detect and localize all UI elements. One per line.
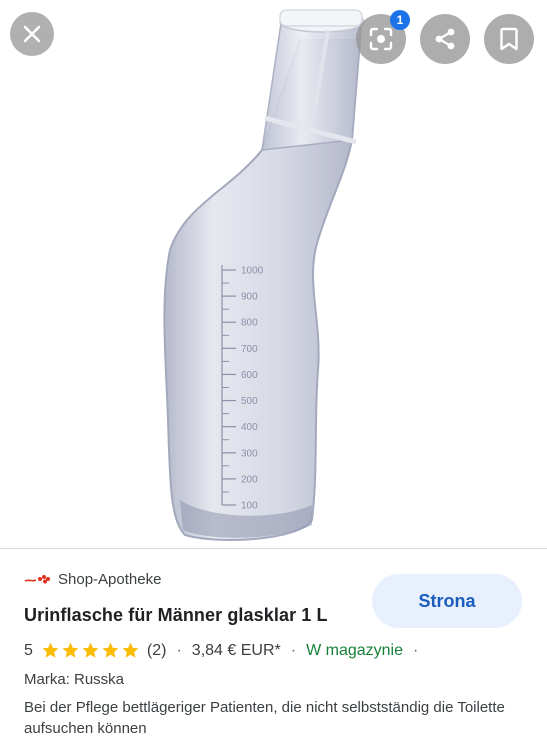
- availability: W magazynie: [306, 641, 403, 659]
- lens-button[interactable]: 1: [356, 10, 410, 64]
- lens-icon: [369, 27, 393, 51]
- meta-row: 5 (2) · 3,84 € EUR* · W magazynie ·: [24, 641, 428, 660]
- lens-badge: 1: [390, 10, 410, 30]
- product-title[interactable]: Urinflasche für Männer glasklar 1 L: [24, 605, 328, 626]
- result-info: Shop-Apotheke Urinflasche für Männer gla…: [0, 549, 547, 750]
- star-icon: [122, 642, 139, 658]
- scale-label: 300: [241, 448, 258, 459]
- scale-label: 800: [241, 318, 258, 329]
- scale-label: 100: [241, 501, 258, 512]
- separator: ·: [176, 641, 182, 659]
- source-name: Shop-Apotheke: [58, 571, 162, 588]
- save-button[interactable]: [484, 14, 534, 64]
- scale-label: 700: [241, 344, 258, 355]
- scale-label: 500: [241, 396, 258, 407]
- separator: ·: [412, 641, 419, 659]
- rating-value: 5: [24, 641, 33, 659]
- star-icon: [102, 642, 119, 658]
- price: 3,84 € EUR*: [191, 641, 281, 659]
- visit-button[interactable]: Strona: [372, 574, 522, 628]
- brand-label: Marka: Russka: [24, 671, 125, 688]
- scale-label: 400: [241, 422, 258, 433]
- close-icon: [23, 25, 41, 43]
- scale-label: 600: [241, 370, 258, 381]
- share-icon: [435, 28, 455, 50]
- scale-label: 900: [241, 292, 258, 303]
- scale-label: 1000: [241, 266, 264, 277]
- scale-label: 200: [241, 474, 258, 485]
- product-description: Bei der Pflege bettlägeriger Patienten, …: [24, 699, 505, 737]
- source-row[interactable]: Shop-Apotheke: [24, 571, 161, 588]
- star-icon: [62, 642, 79, 658]
- source-logo-icon: [24, 574, 50, 583]
- rating-stars: [41, 641, 141, 660]
- separator: ·: [290, 641, 297, 659]
- star-icon: [82, 642, 99, 658]
- share-button[interactable]: [420, 14, 470, 64]
- image-viewer: 1000 900 800 700 600 500 400 300 200 100 1: [0, 0, 547, 548]
- review-count: (2): [146, 641, 167, 659]
- bookmark-icon: [500, 27, 518, 51]
- star-icon: [42, 642, 59, 658]
- product-image: 1000 900 800 700 600 500 400 300 200 100: [163, 9, 365, 541]
- close-button[interactable]: [10, 12, 54, 56]
